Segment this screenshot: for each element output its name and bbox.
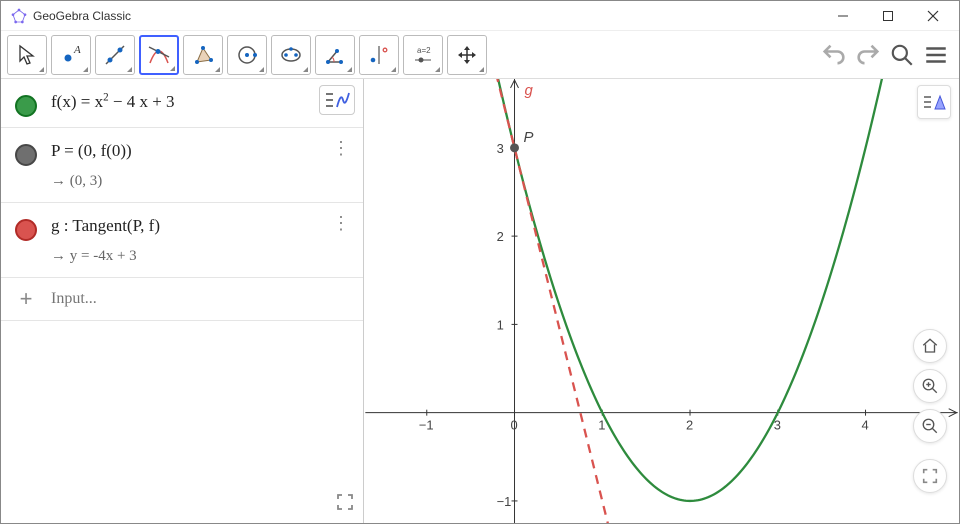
algebra-result: → (0, 3) bbox=[51, 170, 327, 193]
svg-text:g: g bbox=[524, 82, 533, 99]
svg-text:0: 0 bbox=[511, 418, 518, 433]
visibility-toggle[interactable] bbox=[15, 95, 37, 117]
undo-button[interactable] bbox=[817, 38, 851, 72]
menu-button[interactable] bbox=[919, 38, 953, 72]
app-logo-icon bbox=[11, 8, 27, 24]
algebra-row[interactable]: g : Tangent(P, f) → y = -4x + 3 ⋮ bbox=[1, 203, 363, 278]
algebra-expression: g : Tangent(P, f) bbox=[51, 213, 327, 239]
svg-text:2: 2 bbox=[686, 418, 693, 433]
algebra-input[interactable] bbox=[51, 290, 355, 308]
zoom-in-button[interactable] bbox=[913, 369, 947, 403]
tool-polygon[interactable] bbox=[183, 35, 223, 75]
graphics-home-button[interactable] bbox=[913, 329, 947, 363]
tool-slider[interactable]: a=2 bbox=[403, 35, 443, 75]
window-title: GeoGebra Classic bbox=[33, 9, 820, 23]
visibility-toggle[interactable] bbox=[15, 219, 37, 241]
visibility-toggle[interactable] bbox=[15, 144, 37, 166]
close-button[interactable] bbox=[910, 1, 955, 31]
algebra-row[interactable]: P = (0, f(0)) → (0, 3) ⋮ bbox=[1, 128, 363, 203]
redo-button[interactable] bbox=[851, 38, 885, 72]
tool-move[interactable] bbox=[7, 35, 47, 75]
algebra-result: → y = -4x + 3 bbox=[51, 245, 327, 268]
algebra-expression: P = (0, f(0)) bbox=[51, 138, 327, 164]
add-input-button[interactable]: + bbox=[1, 286, 51, 312]
search-button[interactable] bbox=[885, 38, 919, 72]
svg-text:P: P bbox=[523, 129, 533, 146]
graphics-view[interactable]: −101234−1123gP bbox=[364, 79, 959, 523]
svg-text:a=2: a=2 bbox=[417, 46, 431, 55]
minimize-button[interactable] bbox=[820, 1, 865, 31]
main-toolbar: A a=2 bbox=[1, 31, 959, 79]
graphics-fullscreen-button[interactable] bbox=[913, 459, 947, 493]
algebra-expression: f(x) = x2 − 4 x + 3 bbox=[51, 89, 327, 115]
algebra-view: f(x) = x2 − 4 x + 3 P = (0, f(0)) → (0, … bbox=[1, 79, 364, 523]
tool-angle[interactable] bbox=[315, 35, 355, 75]
svg-text:−1: −1 bbox=[497, 494, 512, 509]
graphics-canvas[interactable]: −101234−1123gP bbox=[364, 79, 959, 523]
tool-transform[interactable] bbox=[359, 35, 399, 75]
tool-special-line[interactable] bbox=[139, 35, 179, 75]
tool-point[interactable]: A bbox=[51, 35, 91, 75]
svg-text:1: 1 bbox=[598, 418, 605, 433]
tool-conic[interactable] bbox=[271, 35, 311, 75]
tool-circle[interactable] bbox=[227, 35, 267, 75]
svg-text:−1: −1 bbox=[419, 418, 434, 433]
algebra-view-toggle[interactable] bbox=[319, 85, 355, 115]
algebra-input-row: + bbox=[1, 278, 363, 321]
window-titlebar: GeoGebra Classic bbox=[1, 1, 959, 31]
row-menu-button[interactable]: ⋮ bbox=[327, 213, 355, 234]
graphics-style-button[interactable] bbox=[917, 85, 951, 119]
svg-text:2: 2 bbox=[497, 229, 504, 244]
algebra-row[interactable]: f(x) = x2 − 4 x + 3 bbox=[1, 79, 363, 128]
algebra-fullscreen-button[interactable] bbox=[335, 492, 355, 515]
maximize-button[interactable] bbox=[865, 1, 910, 31]
svg-text:3: 3 bbox=[497, 141, 504, 156]
svg-text:4: 4 bbox=[862, 418, 869, 433]
tool-line[interactable] bbox=[95, 35, 135, 75]
tool-move-view[interactable] bbox=[447, 35, 487, 75]
svg-text:1: 1 bbox=[497, 317, 504, 332]
zoom-out-button[interactable] bbox=[913, 409, 947, 443]
svg-text:A: A bbox=[73, 44, 81, 56]
row-menu-button[interactable]: ⋮ bbox=[327, 138, 355, 159]
